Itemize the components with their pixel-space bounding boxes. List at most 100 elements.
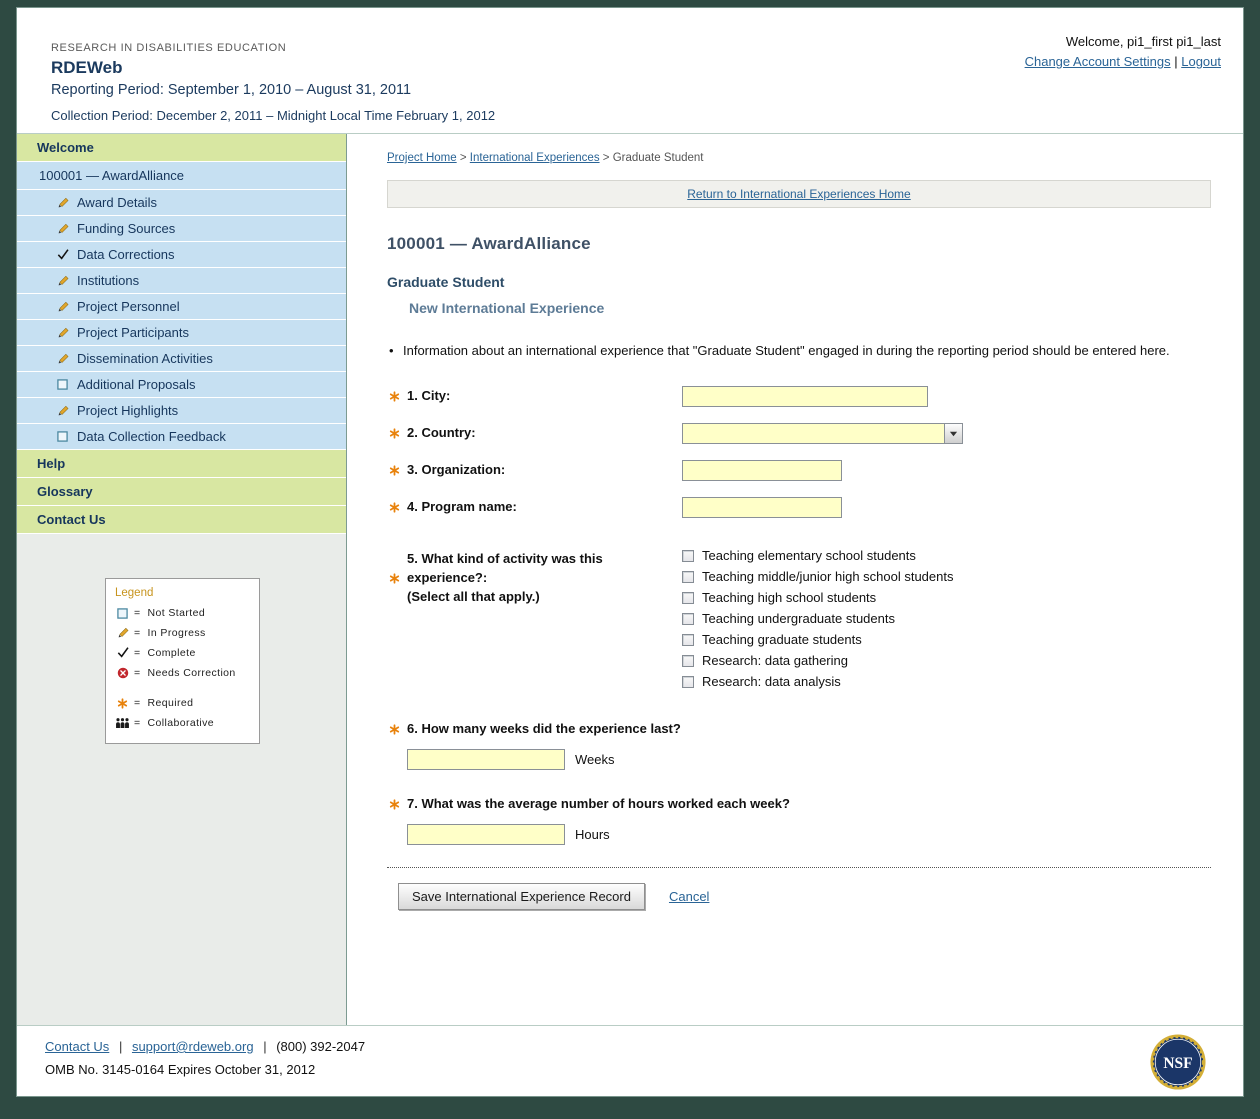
option-label: Teaching graduate students xyxy=(702,632,862,647)
option-label: Research: data analysis xyxy=(702,674,841,689)
footer: Contact Us | support@rdeweb.org | (800) … xyxy=(17,1025,1243,1096)
activity-options: Teaching elementary school students Teac… xyxy=(682,548,954,695)
content-row: Welcome 100001 — AwardAlliance Award Det… xyxy=(17,134,1243,1025)
sidebar-item-label: Funding Sources xyxy=(77,221,175,236)
checkbox-icon[interactable] xyxy=(682,550,694,562)
sidebar-item-label: Data Collection Feedback xyxy=(77,429,226,444)
sidebar-item-glossary[interactable]: Glossary xyxy=(17,478,346,506)
equals-sign: = xyxy=(134,717,141,729)
option-teaching-elementary[interactable]: Teaching elementary school students xyxy=(682,548,954,563)
org-name: RESEARCH IN DISABILITIES EDUCATION xyxy=(51,42,495,54)
square-icon xyxy=(55,431,70,442)
sidebar-item-label: Institutions xyxy=(77,273,139,288)
checkbox-icon[interactable] xyxy=(682,655,694,667)
sidebar-item-data-collection-feedback[interactable]: Data Collection Feedback xyxy=(17,424,346,450)
checkbox-icon[interactable] xyxy=(682,571,694,583)
option-teaching-middle-junior-high[interactable]: Teaching middle/junior high school stude… xyxy=(682,569,954,584)
footer-email-link[interactable]: support@rdeweb.org xyxy=(132,1039,254,1054)
option-research-data-analysis[interactable]: Research: data analysis xyxy=(682,674,954,689)
participant-name: Graduate Student xyxy=(387,274,1211,290)
program-name-input[interactable] xyxy=(682,497,842,518)
required-asterisk-icon xyxy=(387,463,402,477)
field-row-city: 1. City: xyxy=(387,386,1211,407)
checkbox-icon[interactable] xyxy=(682,676,694,688)
footer-phone: (800) 392-2047 xyxy=(276,1039,365,1054)
field-row-weeks: 6. How many weeks did the experience las… xyxy=(387,721,1211,770)
breadcrumb-project-home[interactable]: Project Home xyxy=(387,152,457,164)
equals-sign: = xyxy=(134,697,141,709)
field-label: 1. City: xyxy=(407,388,450,403)
checkbox-icon[interactable] xyxy=(682,592,694,604)
return-link[interactable]: Return to International Experiences Home xyxy=(687,187,910,201)
breadcrumb-current: Graduate Student xyxy=(613,152,704,164)
option-research-data-gathering[interactable]: Research: data gathering xyxy=(682,653,954,668)
sidebar-item-project-highlights[interactable]: Project Highlights xyxy=(17,398,346,424)
sidebar-item-project-personnel[interactable]: Project Personnel xyxy=(17,294,346,320)
sidebar-item-funding-sources[interactable]: Funding Sources xyxy=(17,216,346,242)
option-label: Teaching undergraduate students xyxy=(702,611,895,626)
cancel-link[interactable]: Cancel xyxy=(669,889,709,904)
sidebar-item-additional-proposals[interactable]: Additional Proposals xyxy=(17,372,346,398)
required-asterisk-icon xyxy=(387,426,402,440)
country-select-value xyxy=(683,424,944,443)
country-select[interactable] xyxy=(682,423,963,444)
pencil-icon xyxy=(55,275,70,287)
sidebar-item-award[interactable]: 100001 — AwardAlliance xyxy=(17,162,346,190)
change-account-settings-link[interactable]: Change Account Settings xyxy=(1025,54,1171,69)
checkbox-icon[interactable] xyxy=(682,613,694,625)
sidebar-item-label: Project Participants xyxy=(77,325,189,340)
legend-row: = Collaborative xyxy=(115,717,250,729)
field-sublabel: (Select all that apply.) xyxy=(407,588,642,607)
field-row-hours: 7. What was the average number of hours … xyxy=(387,796,1211,845)
field-row-program-name: 4. Program name: xyxy=(387,497,1211,518)
error-icon xyxy=(115,667,130,679)
sidebar-item-label: Data Corrections xyxy=(77,247,175,262)
legend-label: Needs Correction xyxy=(148,667,236,679)
welcome-user: Welcome, pi1_first pi1_last xyxy=(1025,34,1221,49)
sidebar-item-contact-us[interactable]: Contact Us xyxy=(17,506,346,534)
legend-row: = Required xyxy=(115,697,250,709)
sidebar-item-institutions[interactable]: Institutions xyxy=(17,268,346,294)
sidebar-item-dissemination-activities[interactable]: Dissemination Activities xyxy=(17,346,346,372)
option-teaching-undergraduate[interactable]: Teaching undergraduate students xyxy=(682,611,954,626)
sidebar-item-welcome[interactable]: Welcome xyxy=(17,134,346,162)
required-asterisk-icon xyxy=(387,500,402,514)
sidebar-item-award-details[interactable]: Award Details xyxy=(17,190,346,216)
sidebar-item-project-participants[interactable]: Project Participants xyxy=(17,320,346,346)
breadcrumb-separator: > xyxy=(460,152,467,164)
unit-label: Hours xyxy=(575,827,610,842)
pencil-icon xyxy=(55,405,70,417)
field-label: 3. Organization: xyxy=(407,462,505,477)
equals-sign: = xyxy=(134,607,141,619)
organization-input[interactable] xyxy=(682,460,842,481)
sidebar-item-help[interactable]: Help xyxy=(17,450,346,478)
footer-contact-line: Contact Us | support@rdeweb.org | (800) … xyxy=(45,1039,1243,1054)
sidebar-item-data-corrections[interactable]: Data Corrections xyxy=(17,242,346,268)
field-row-activity-kind: 5. What kind of activity was this experi… xyxy=(387,548,1211,695)
legend-row: = Needs Correction xyxy=(115,667,250,679)
save-international-experience-button[interactable]: Save International Experience Record xyxy=(398,883,645,910)
sidebar-nav: Welcome 100001 — AwardAlliance Award Det… xyxy=(17,134,346,534)
field-label: 5. What kind of activity was this experi… xyxy=(407,550,642,588)
breadcrumb-international-experiences[interactable]: International Experiences xyxy=(470,152,600,164)
nsf-logo-icon: NSF xyxy=(1149,1033,1207,1091)
legend-label: Collaborative xyxy=(148,717,214,729)
header-right: Welcome, pi1_first pi1_last Change Accou… xyxy=(1025,34,1221,69)
logout-link[interactable]: Logout xyxy=(1181,54,1221,69)
legend-row: = Complete xyxy=(115,647,250,659)
checkbox-icon[interactable] xyxy=(682,634,694,646)
award-title: 100001 — AwardAlliance xyxy=(387,234,1211,254)
legend-label: Required xyxy=(148,697,194,709)
field-label: 4. Program name: xyxy=(407,499,517,514)
sidebar-item-label: Additional Proposals xyxy=(77,377,196,392)
footer-contact-link[interactable]: Contact Us xyxy=(45,1039,109,1054)
dropdown-button[interactable] xyxy=(944,424,962,443)
omb-note: OMB No. 3145-0164 Expires October 31, 20… xyxy=(45,1062,1243,1077)
option-teaching-high-school[interactable]: Teaching high school students xyxy=(682,590,954,605)
option-teaching-graduate[interactable]: Teaching graduate students xyxy=(682,632,954,647)
hours-input[interactable] xyxy=(407,824,565,845)
sidebar: Welcome 100001 — AwardAlliance Award Det… xyxy=(17,134,347,1025)
breadcrumb-separator: > xyxy=(603,152,610,164)
city-input[interactable] xyxy=(682,386,928,407)
weeks-input[interactable] xyxy=(407,749,565,770)
